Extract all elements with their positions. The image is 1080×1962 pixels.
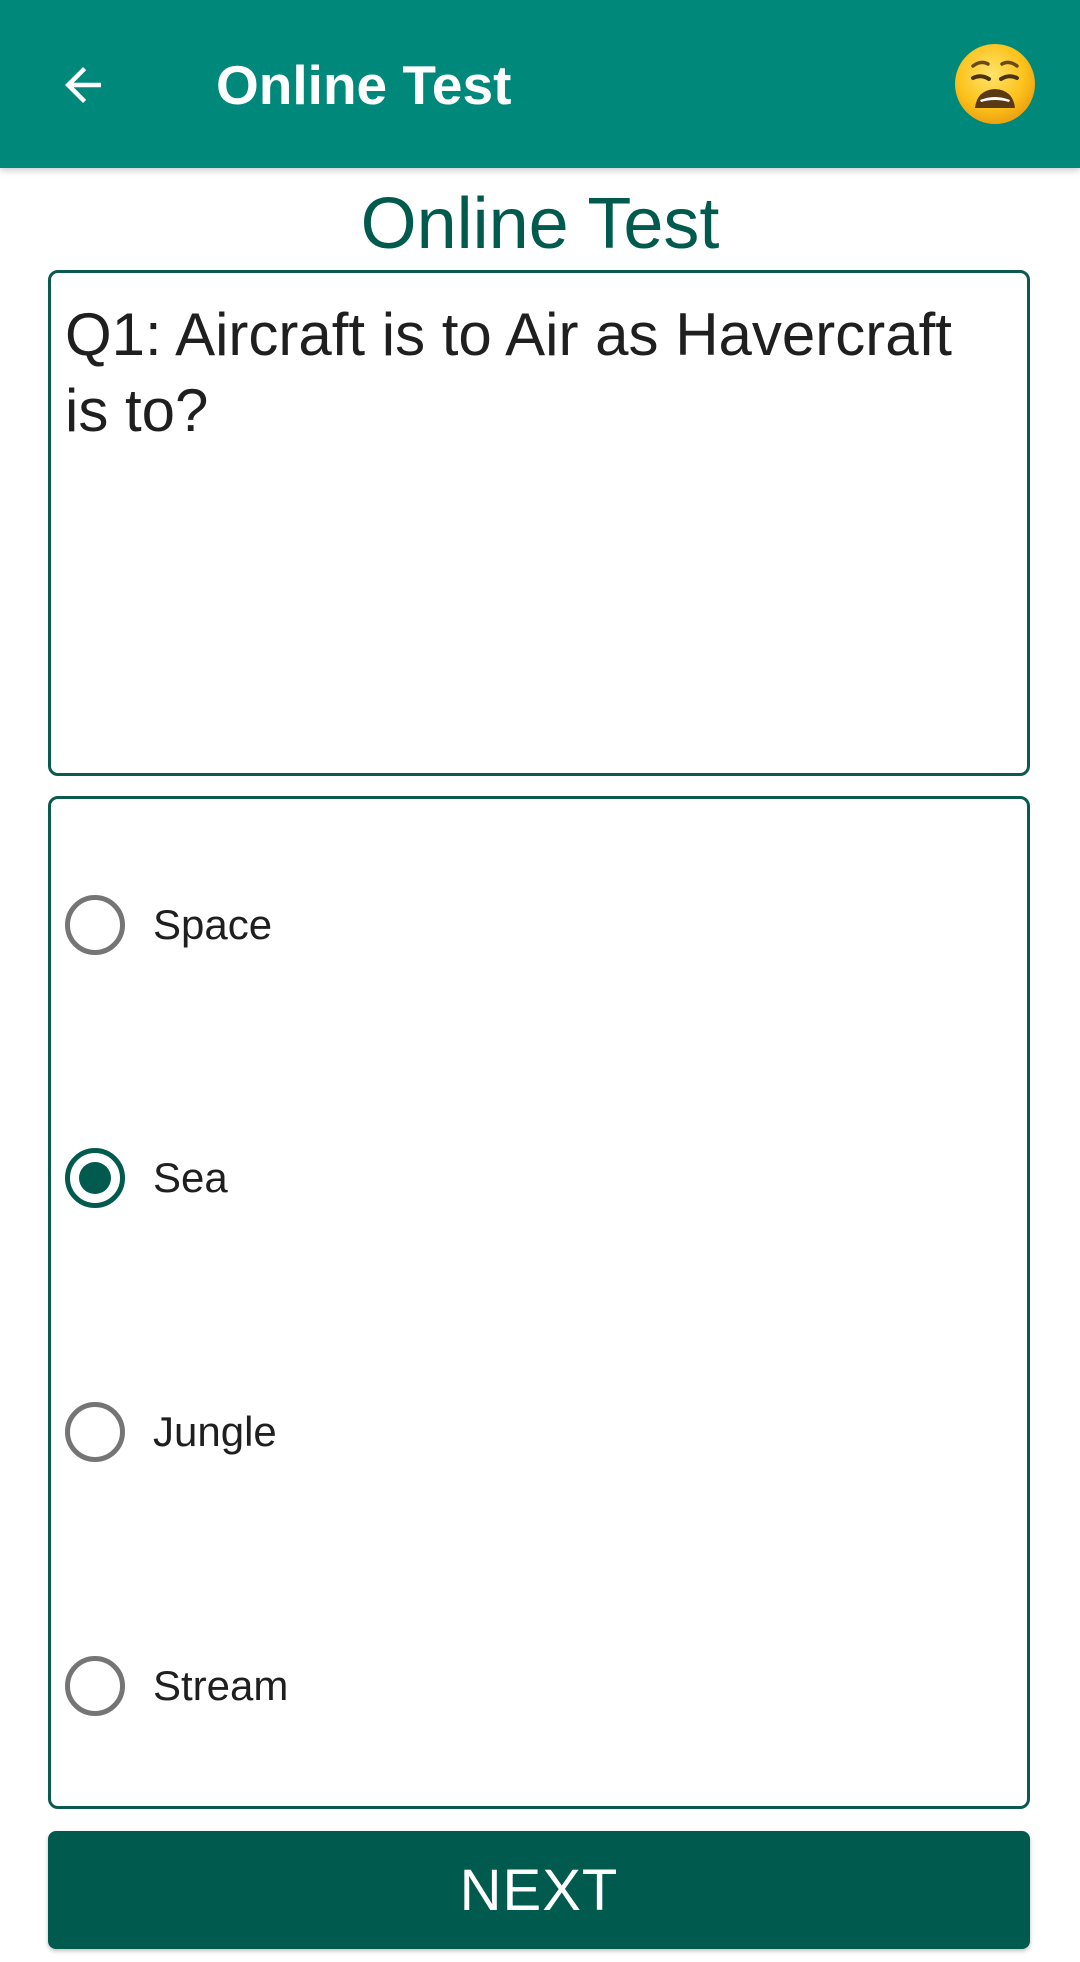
option-stream[interactable]: Stream xyxy=(65,1641,965,1731)
option-label: Sea xyxy=(153,1154,228,1201)
radio-button-unchecked[interactable] xyxy=(65,895,125,955)
option-sea[interactable]: Sea xyxy=(65,1133,965,1223)
back-button[interactable] xyxy=(50,52,116,118)
app-bar-title: Online Test xyxy=(216,54,512,116)
option-space[interactable]: Space xyxy=(65,880,965,970)
option-label: Stream xyxy=(153,1662,289,1709)
answer-options-group: Space Sea Jungle Stream xyxy=(48,796,1030,1809)
next-button[interactable]: NEXT xyxy=(48,1831,1030,1949)
option-jungle[interactable]: Jungle xyxy=(65,1387,965,1477)
radio-button-unchecked[interactable] xyxy=(65,1402,125,1462)
arrow-left-icon xyxy=(65,67,101,103)
page-heading: Online Test xyxy=(360,184,720,264)
option-label: Jungle xyxy=(153,1408,277,1455)
weary-face-emoji-icon[interactable] xyxy=(953,42,1037,126)
question-text: Q1: Aircraft is to Air as Havercraft is … xyxy=(65,301,952,444)
question-box: Q1: Aircraft is to Air as Havercraft is … xyxy=(48,270,1030,776)
option-label: Space xyxy=(153,901,273,948)
radio-button-unchecked[interactable] xyxy=(65,1656,125,1716)
app-bar: Online Test xyxy=(0,0,1080,168)
radio-button-checked[interactable] xyxy=(65,1148,125,1208)
